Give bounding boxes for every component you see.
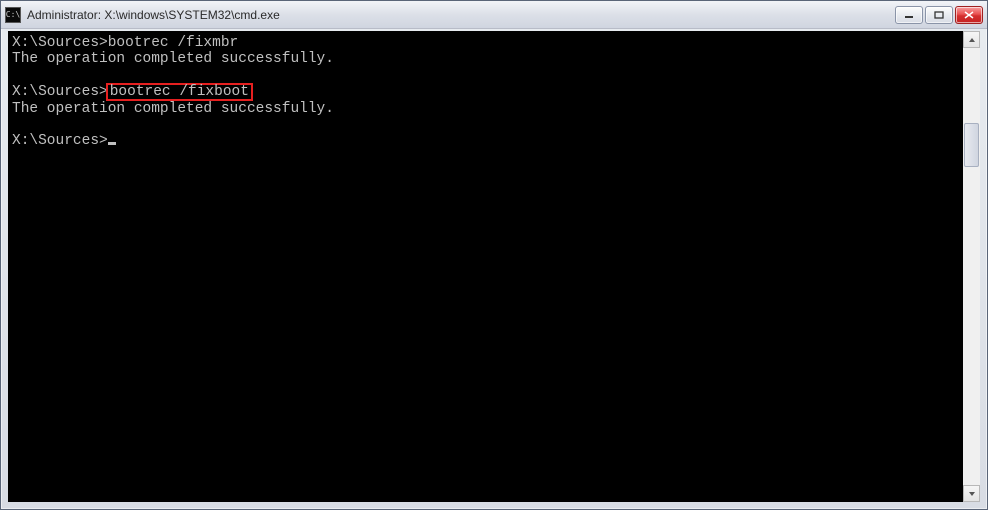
titlebar[interactable]: C:\ Administrator: X:\windows\SYSTEM32\c… <box>1 1 987 29</box>
scroll-thumb[interactable] <box>964 123 979 167</box>
prompt: X:\Sources> <box>12 133 108 149</box>
command-text: bootrec /fixmbr <box>108 35 239 51</box>
cmd-icon: C:\ <box>5 7 21 23</box>
text-cursor <box>108 142 116 145</box>
scroll-track[interactable] <box>963 48 980 485</box>
terminal-line: The operation completed successfully. <box>12 51 959 67</box>
chevron-up-icon <box>968 37 976 43</box>
maximize-button[interactable] <box>925 6 953 24</box>
vertical-scrollbar[interactable] <box>963 31 980 502</box>
terminal-line: X:\Sources> <box>12 133 959 149</box>
close-icon <box>964 11 974 19</box>
terminal-line: X:\Sources>bootrec /fixboot <box>12 83 959 101</box>
scroll-down-button[interactable] <box>963 485 980 502</box>
chevron-down-icon <box>968 491 976 497</box>
scroll-up-button[interactable] <box>963 31 980 48</box>
close-button[interactable] <box>955 6 983 24</box>
cmd-window: C:\ Administrator: X:\windows\SYSTEM32\c… <box>0 0 988 510</box>
terminal-line <box>12 67 959 83</box>
window-controls <box>895 6 983 24</box>
command-text: bootrec /fixboot <box>106 83 253 101</box>
window-title: Administrator: X:\windows\SYSTEM32\cmd.e… <box>27 8 895 22</box>
prompt: X:\Sources> <box>12 35 108 51</box>
terminal-output[interactable]: X:\Sources>bootrec /fixmbrThe operation … <box>8 31 963 502</box>
maximize-icon <box>934 11 944 19</box>
prompt: X:\Sources> <box>12 84 108 100</box>
client-area: X:\Sources>bootrec /fixmbrThe operation … <box>8 31 980 502</box>
terminal-line: X:\Sources>bootrec /fixmbr <box>12 35 959 51</box>
minimize-icon <box>904 11 914 19</box>
terminal-line: The operation completed successfully. <box>12 101 959 117</box>
minimize-button[interactable] <box>895 6 923 24</box>
terminal-line <box>12 117 959 133</box>
